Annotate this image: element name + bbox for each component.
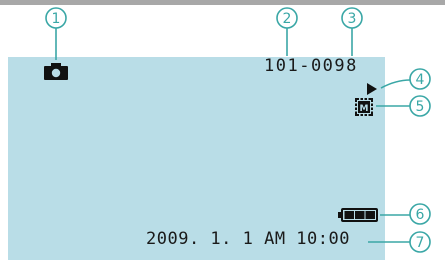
battery-segment — [344, 211, 354, 219]
callout-7-circle — [409, 231, 431, 253]
callout-1-circle — [45, 7, 67, 29]
callout-4-number: 4 — [416, 72, 425, 88]
callout-6-number: 6 — [416, 207, 425, 223]
callout-6-circle — [409, 203, 431, 225]
battery-icon — [338, 208, 378, 222]
callout-3-number: 3 — [348, 11, 357, 27]
callout-7-number: 7 — [416, 235, 425, 251]
callout-5-number: 5 — [416, 99, 425, 115]
callout-4-circle — [409, 68, 431, 90]
callout-2-circle — [276, 7, 298, 29]
callout-5-circle — [409, 95, 431, 117]
play-icon — [367, 83, 377, 95]
battery-segment — [355, 211, 365, 219]
svg-text:M: M — [360, 104, 369, 114]
top-bar — [0, 0, 445, 5]
file-number: 101-0098 — [264, 56, 358, 76]
date-time: 2009. 1. 1 AM 10:00 — [146, 229, 350, 249]
memory-card-icon: M — [355, 98, 373, 116]
battery-segment — [365, 211, 375, 219]
callout-3-circle — [341, 7, 363, 29]
camera-icon — [44, 63, 68, 80]
callout-2-number: 2 — [283, 11, 292, 27]
callout-1-number: 1 — [52, 11, 61, 27]
